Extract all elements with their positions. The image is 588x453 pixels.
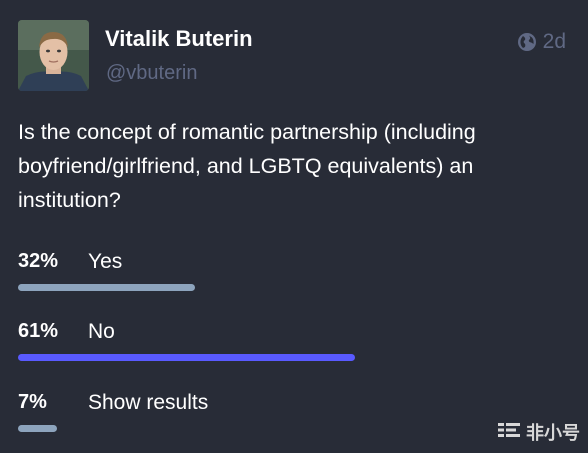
watermark: 非小号	[498, 419, 580, 445]
poll-option-percent: 7%	[18, 391, 47, 413]
relative-timestamp[interactable]: 2d	[543, 30, 566, 54]
poll-option-yes: 32% Yes	[18, 250, 570, 310]
poll-option-percent: 32%	[18, 250, 59, 272]
poll-option-show-results: 7% Show results	[18, 391, 570, 451]
avatar[interactable]	[18, 20, 89, 91]
poll-option-bar	[18, 354, 355, 361]
poll-option-no: 61% No	[18, 320, 570, 380]
watermark-text: 非小号	[526, 423, 580, 444]
status-content: Is the concept of romantic partnership (…	[18, 120, 476, 212]
status-meta: 2d	[517, 30, 566, 54]
feixiaohao-logo-icon	[498, 422, 522, 443]
avatar-image	[18, 20, 89, 91]
poll-option-label: Show results	[88, 391, 209, 414]
poll-option-bar	[18, 425, 57, 432]
poll-option-percent: 61%	[18, 320, 59, 342]
author-display-name[interactable]: Vitalik Buterin	[105, 26, 253, 52]
poll-option-bar	[18, 284, 195, 291]
poll-option-label: Yes	[88, 250, 123, 273]
poll-option-label: No	[88, 320, 115, 343]
globe-icon	[517, 32, 537, 52]
author-handle[interactable]: @vbuterin	[106, 62, 197, 85]
